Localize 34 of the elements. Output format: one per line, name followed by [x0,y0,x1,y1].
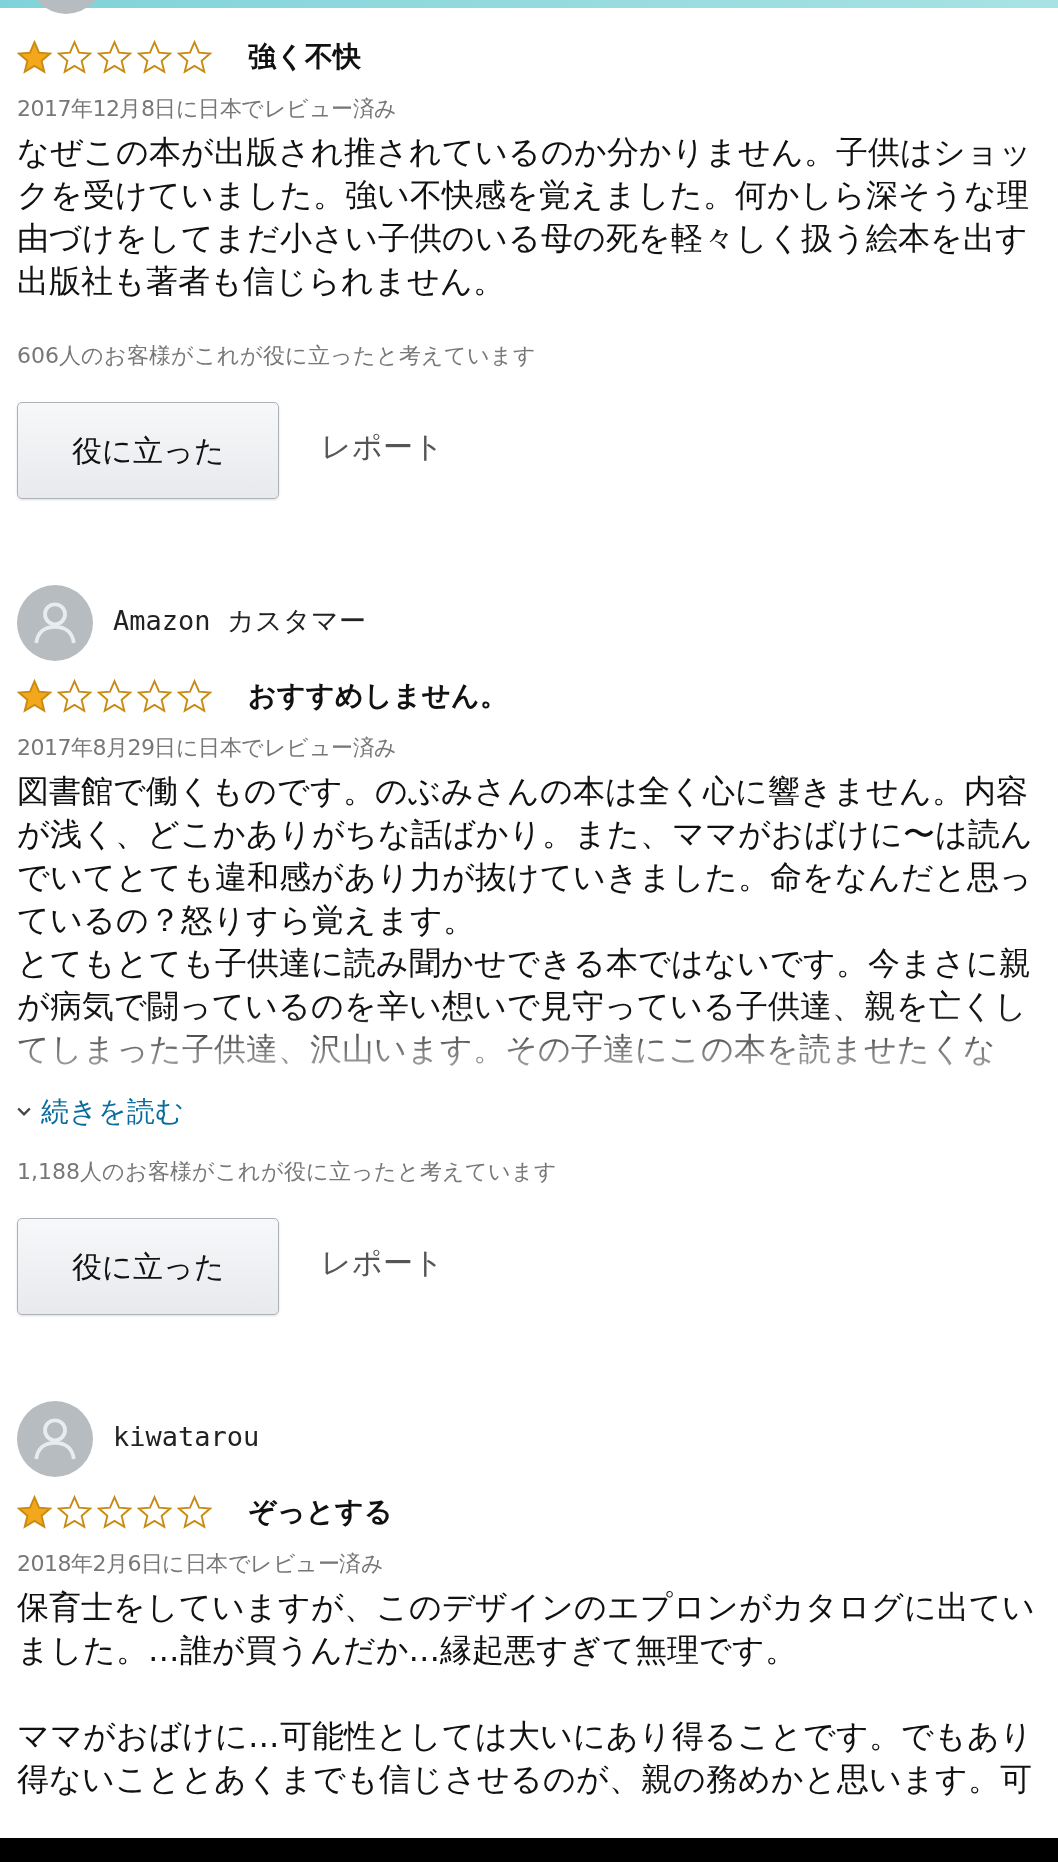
helpful-count: 1,188人のお客様がこれが役に立ったと考えています [17,1158,558,1186]
empty-star-icon [57,1494,92,1530]
empty-star-icon [57,39,92,75]
review-text: なぜこの本が出版され推されているのか分かりません。子供はショックを受けていました。強い不快感を覚えました。何かしら深そうな理由づけをしてまだ小さい子供のいる母の死を軽々しく扱う絵本を出す出版社も著者も信じられません。 [17,133,1033,301]
review-date: 2017年8月29日に日本でレビュー済み [17,734,398,762]
filled-star-icon [17,678,52,714]
review-title: 強く不快 [248,39,361,75]
empty-star-icon [57,678,92,714]
review-text: 図書館で働くものです。のぶみさんの本は全く心に響きません。内容が浅く、どこかありがちな話ばかり。また、ママがおばけに〜は読んでいてとても違和感があり力が抜けていきました。命をなんだと思っているの？怒りすら覚えます。 とてもとても子供達に読み聞かせできる本ではないです。今まさに親が病気で闘っているのを辛い想いで見守っている子供達、親を亡くしてしまった子供達、沢山います。その子達にこの本を読ませたくな [17,772,1034,1069]
helpful-button[interactable]: 役に立った [17,1218,279,1315]
empty-star-icon [177,678,212,714]
review-title: おすすめしません。 [248,678,508,714]
review-date: 2018年2月6日に日本でレビュー済み [17,1550,385,1578]
empty-star-icon [137,39,172,75]
reviewer-name: kiwatarou [113,1419,260,1454]
review-title: ぞっとする [248,1494,393,1530]
read-more-link[interactable]: 続きを読む [17,1091,184,1133]
empty-star-icon [137,678,172,714]
chevron-down-icon [17,1107,31,1117]
empty-star-icon [97,39,132,75]
report-link[interactable]: レポート [321,1240,444,1285]
filled-star-icon [17,39,52,75]
filled-star-icon [17,1494,52,1530]
helpful-count: 606人のお客様がこれが役に立ったと考えています [17,342,537,370]
report-link[interactable]: レポート [321,424,444,469]
review-text: 保育士をしていますが、このデザインのエプロンがカタログに出ていました。…誰が買うんだか…縁起悪すぎて無理です。 ママがおばけに…可能性としては大いにあり得ることです。でもあり得ないこととあくまでも信じさせるのが、親の務めかと思います。可 [17,1588,1036,1799]
helpful-button[interactable]: 役に立った [17,402,279,499]
review-date: 2017年12月8日に日本でレビュー済み [17,95,398,123]
empty-star-icon [177,39,212,75]
reviewer-name: Amazon カスタマー [113,603,366,638]
empty-star-icon [137,1494,172,1530]
empty-star-icon [177,1494,212,1530]
empty-star-icon [97,678,132,714]
empty-star-icon [97,1494,132,1530]
